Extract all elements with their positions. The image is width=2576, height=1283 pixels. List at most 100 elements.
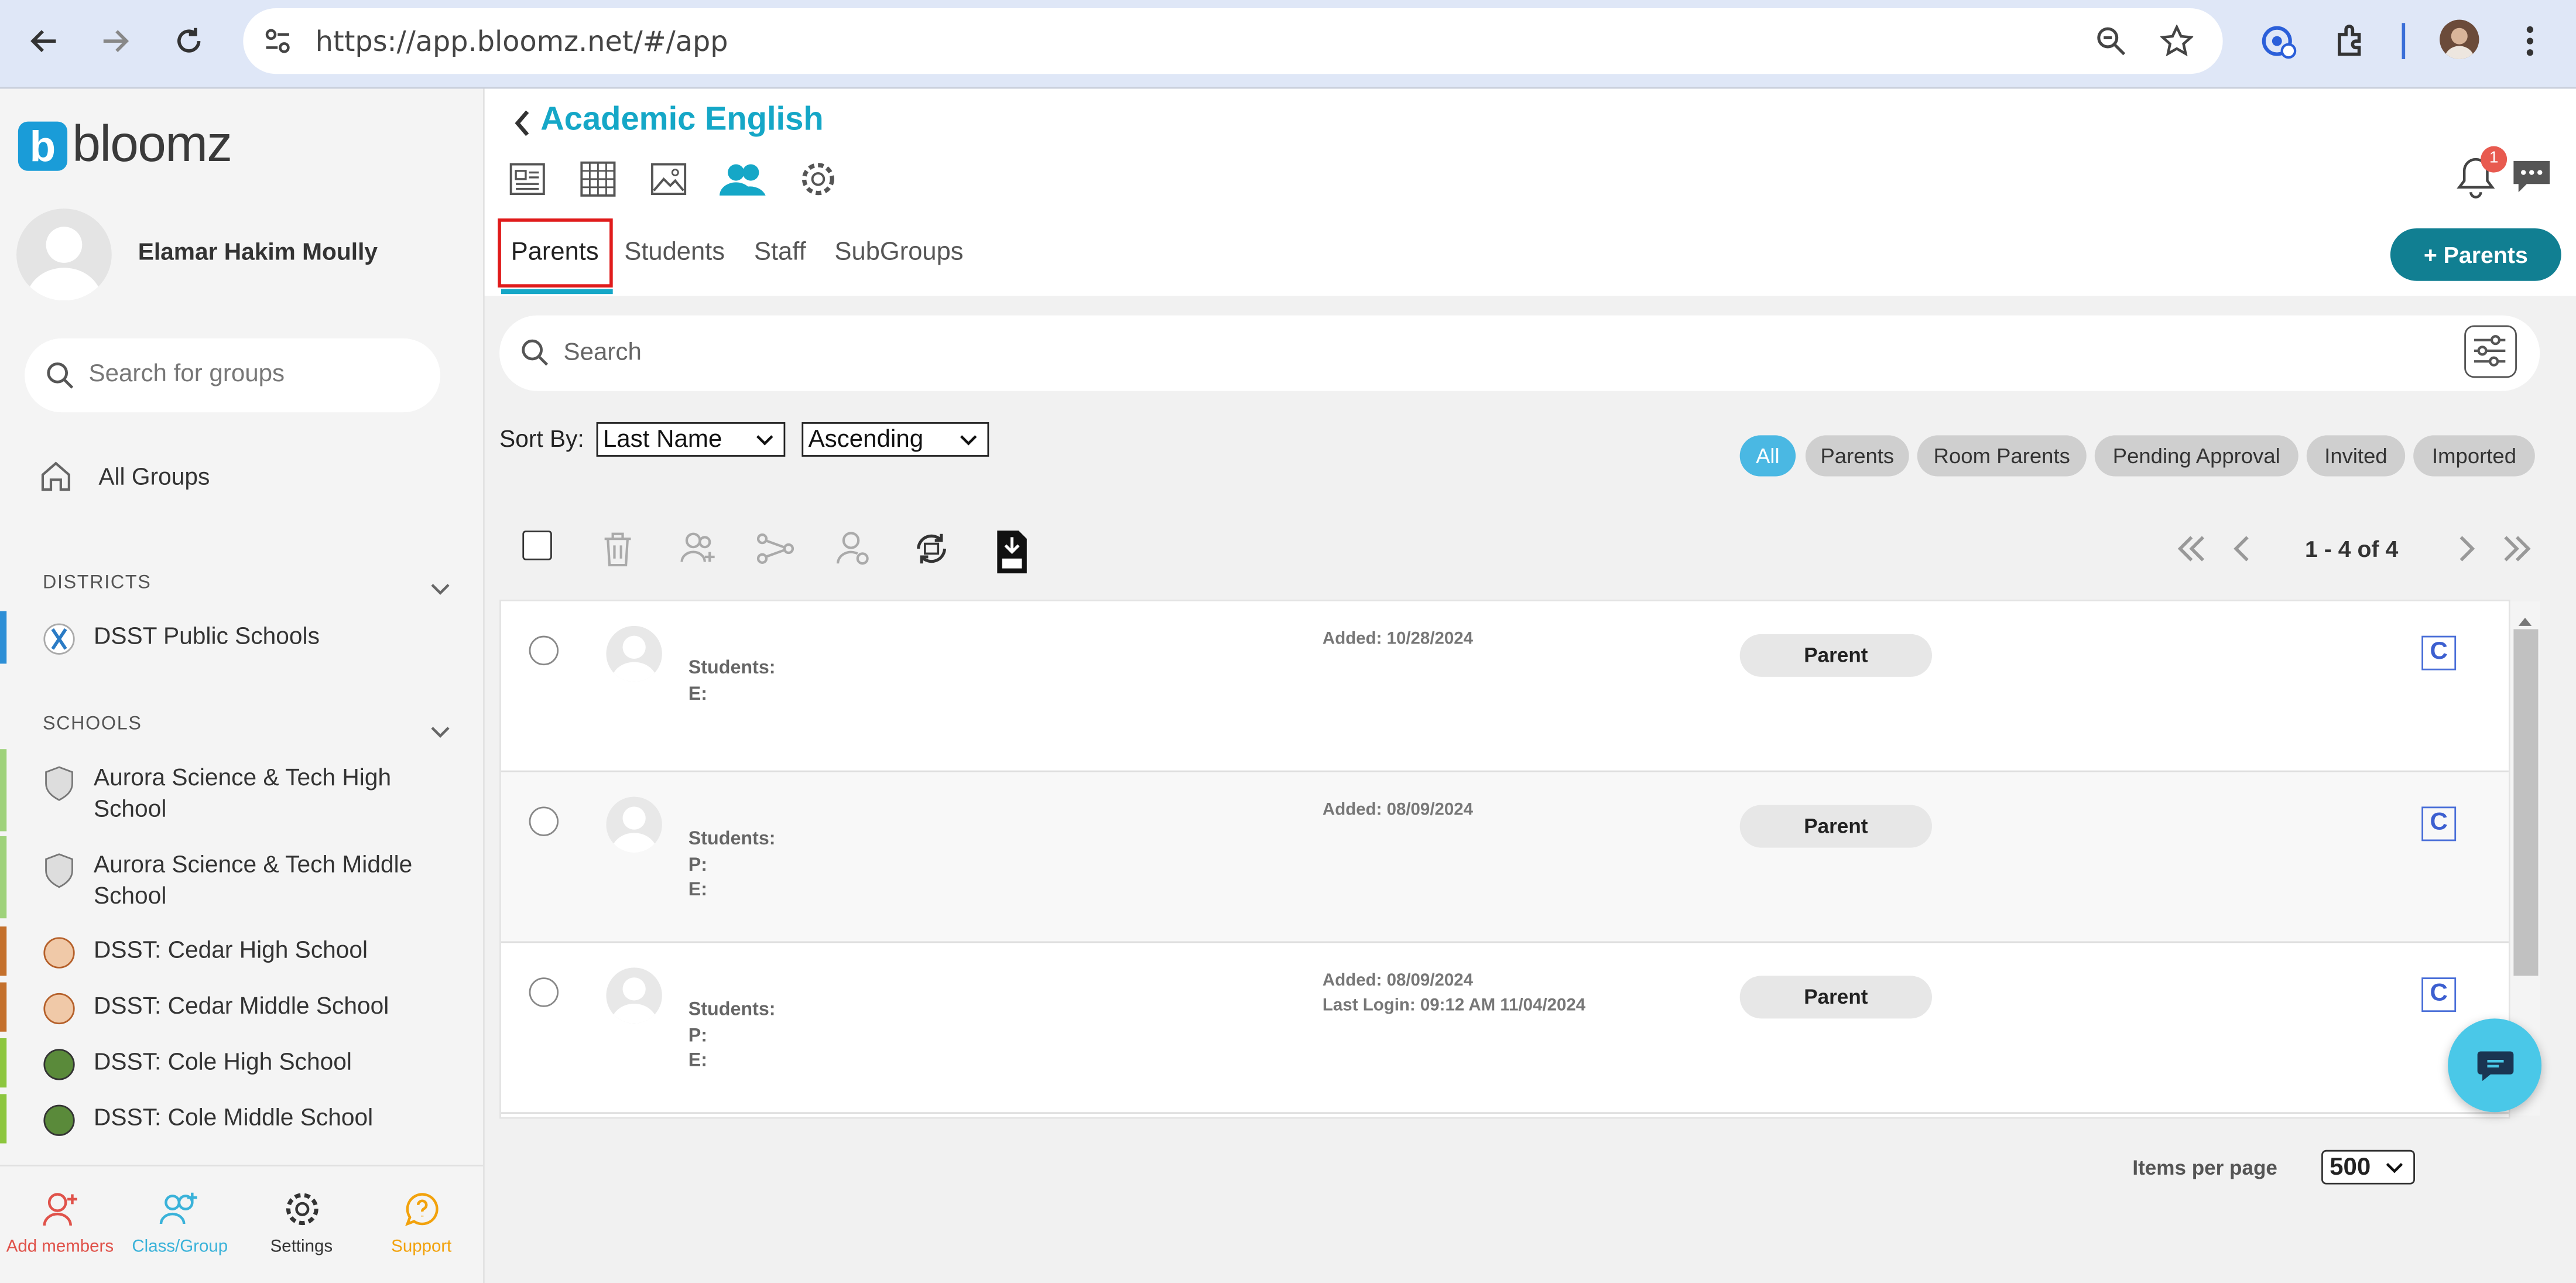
- school-item[interactable]: Aurora Science & Tech High School: [94, 764, 463, 827]
- notification-badge: 1: [2481, 146, 2508, 173]
- scrollbar-thumb[interactable]: [2513, 629, 2539, 976]
- school-item[interactable]: DSST: Cole High School: [94, 1048, 463, 1079]
- tab-subgroups[interactable]: SubGroups: [835, 238, 964, 268]
- items-per-page-select[interactable]: 500: [2321, 1149, 2415, 1185]
- filter-chip-invited[interactable]: Invited: [2306, 435, 2406, 477]
- address-bar[interactable]: https://app.bloomz.net/#/app: [243, 8, 2223, 74]
- row-last-login: Last Login: 09:12 AM 11/04/2024: [1322, 995, 1586, 1015]
- chat-support-button[interactable]: [2448, 1018, 2542, 1113]
- member-search-input[interactable]: Search: [499, 315, 2540, 391]
- add-group-icon: [159, 1192, 197, 1224]
- row-select-radio[interactable]: [529, 977, 559, 1007]
- group-settings-gear-icon[interactable]: [799, 159, 838, 199]
- active-tab-underline: [501, 289, 613, 295]
- user-settings-icon[interactable]: [833, 529, 872, 568]
- table-row[interactable]: Students: P: E: Added: 08/09/2024 Last L…: [501, 943, 2509, 1114]
- row-c-icon[interactable]: C: [2421, 635, 2457, 670]
- resend-invite-icon[interactable]: [912, 529, 951, 568]
- member-list: Students: E: Added: 10/28/2024 Parent C …: [499, 599, 2510, 1119]
- add-members-button[interactable]: Add members: [0, 1189, 120, 1257]
- all-groups-link[interactable]: All Groups: [98, 465, 210, 491]
- profile-avatar[interactable]: [2440, 19, 2479, 59]
- bloomz-logo-text[interactable]: bloomz: [72, 115, 232, 174]
- support-button[interactable]: Support: [361, 1189, 481, 1257]
- row-c-icon[interactable]: C: [2421, 977, 2457, 1012]
- school-item[interactable]: Aurora Science & Tech Middle School: [94, 851, 463, 914]
- members-icon[interactable]: [718, 159, 767, 199]
- reload-icon[interactable]: [166, 18, 212, 64]
- first-page-icon[interactable]: [2175, 532, 2208, 573]
- school-color-bar: [0, 1094, 7, 1144]
- pagination-range: 1 - 4 of 4: [2304, 535, 2399, 562]
- more-menu-icon[interactable]: [2517, 21, 2543, 69]
- select-all-checkbox[interactable]: [522, 531, 552, 560]
- merge-link-icon[interactable]: [756, 529, 795, 568]
- class-group-button[interactable]: Class/Group: [120, 1189, 240, 1257]
- last-page-icon[interactable]: [2500, 532, 2533, 573]
- site-settings-icon[interactable]: [263, 26, 293, 64]
- user-avatar[interactable]: [16, 208, 112, 301]
- role-badge[interactable]: Parent: [1739, 805, 1932, 848]
- back-arrow-icon[interactable]: [21, 18, 67, 64]
- schools-chevron-down-icon[interactable]: [429, 720, 451, 749]
- districts-chevron-down-icon[interactable]: [429, 577, 451, 606]
- school-color-bar: [0, 1038, 7, 1088]
- sort-by-label: Sort By:: [499, 427, 584, 454]
- role-badge[interactable]: Parent: [1739, 634, 1932, 677]
- table-row[interactable]: Students: E: Added: 10/28/2024 Parent C: [501, 601, 2509, 772]
- tab-students[interactable]: Students: [624, 238, 725, 268]
- filter-sliders-icon[interactable]: [2464, 325, 2517, 378]
- filter-chip-pending-approval[interactable]: Pending Approval: [2094, 435, 2298, 477]
- photos-icon[interactable]: [649, 159, 688, 199]
- role-badge[interactable]: Parent: [1739, 976, 1932, 1019]
- password-manager-icon[interactable]: [2259, 21, 2298, 69]
- extensions-icon[interactable]: [2333, 21, 2372, 69]
- sort-field-value: Last Name: [602, 425, 722, 454]
- school-color-bar: [0, 982, 7, 1032]
- school-item[interactable]: DSST: Cole Middle School: [94, 1104, 463, 1135]
- group-title[interactable]: Academic English: [540, 102, 823, 140]
- next-page-icon[interactable]: [2454, 532, 2477, 573]
- trash-icon[interactable]: [598, 529, 637, 568]
- filter-chip-imported[interactable]: Imported: [2413, 435, 2535, 477]
- messages-icon[interactable]: [2510, 156, 2553, 204]
- export-csv-icon[interactable]: [992, 529, 1032, 574]
- school-crest-icon: [43, 935, 76, 971]
- sort-field-select[interactable]: Last Name: [596, 422, 786, 457]
- forward-arrow-icon[interactable]: [92, 18, 138, 64]
- row-select-radio[interactable]: [529, 806, 559, 836]
- chevron-down-icon: [2386, 1163, 2403, 1173]
- group-search-input[interactable]: Search for groups: [25, 338, 441, 413]
- row-select-radio[interactable]: [529, 635, 559, 666]
- sort-order-select[interactable]: Ascending: [801, 422, 989, 457]
- school-color-bar: [0, 836, 7, 919]
- add-parents-button[interactable]: + Parents: [2390, 228, 2561, 281]
- filter-chip-parents[interactable]: Parents: [1805, 435, 1909, 477]
- url-text[interactable]: https://app.bloomz.net/#/app: [316, 26, 728, 59]
- bookmark-star-icon[interactable]: [2159, 23, 2194, 66]
- district-color-bar: [0, 611, 7, 664]
- gear-icon: [285, 1193, 318, 1226]
- district-item[interactable]: DSST Public Schools: [94, 622, 463, 654]
- previous-page-icon[interactable]: [2231, 532, 2254, 573]
- school-crest-icon: [43, 1046, 76, 1083]
- schools-heading: SCHOOLS: [42, 714, 142, 735]
- back-chevron-icon[interactable]: [513, 108, 533, 146]
- zoom-icon[interactable]: [2097, 26, 2126, 64]
- filter-chip-room-parents[interactable]: Room Parents: [1917, 435, 2087, 477]
- tab-staff[interactable]: Staff: [754, 238, 806, 268]
- row-c-icon[interactable]: C: [2421, 806, 2457, 841]
- newsfeed-icon[interactable]: [508, 159, 547, 199]
- school-crest-icon: [43, 765, 76, 802]
- school-item[interactable]: DSST: Cedar Middle School: [94, 992, 463, 1023]
- user-name[interactable]: Elamar Hakim Moully: [138, 240, 378, 266]
- tab-parents[interactable]: Parents: [511, 238, 599, 268]
- row-added-date: Added: 10/28/2024: [1322, 629, 1474, 649]
- table-row[interactable]: Students: P: E: Added: 08/09/2024 Parent…: [501, 772, 2509, 943]
- settings-button[interactable]: Settings: [241, 1189, 361, 1257]
- school-item[interactable]: DSST: Cedar High School: [94, 936, 463, 967]
- bloomz-logo-icon[interactable]: b: [18, 121, 68, 171]
- add-users-icon[interactable]: [679, 529, 718, 568]
- filter-chip-all[interactable]: All: [1739, 435, 1796, 477]
- calendar-grid-icon[interactable]: [578, 159, 618, 199]
